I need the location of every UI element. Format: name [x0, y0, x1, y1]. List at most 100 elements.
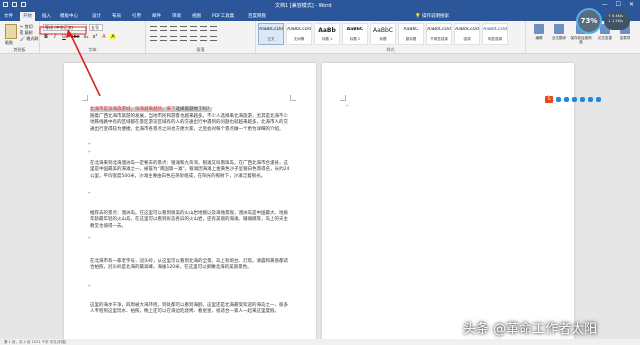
decrease-indent-icon[interactable]: [180, 26, 187, 31]
strikethrough-button[interactable]: abc: [70, 34, 80, 40]
speed-panel: ↑ 0.4K/s ↓ 1.2K/s: [604, 12, 630, 30]
watermark: 头条 @革命工作者太阳: [463, 322, 598, 337]
sort-icon[interactable]: [200, 26, 207, 31]
tab-file[interactable]: 文件: [4, 13, 13, 19]
ime-keyboard-icon[interactable]: [580, 97, 585, 102]
bold-button[interactable]: B: [43, 34, 49, 40]
align-left-icon[interactable]: [150, 36, 157, 41]
sogou-logo-icon[interactable]: S: [545, 96, 553, 103]
style-normal[interactable]: AaBbCcDd 正文: [258, 23, 284, 45]
maximize-button[interactable]: ☐: [616, 1, 621, 8]
style-name: 不明显强调: [430, 37, 448, 41]
network-speed-widget: 73% ↑ 0.4K/s ↓ 1.2K/s: [576, 8, 632, 34]
tab-layout[interactable]: 布局: [112, 13, 121, 19]
style-emphasis[interactable]: AaBbCcDd 强调: [454, 23, 480, 45]
font-size-box[interactable]: 五号: [89, 24, 103, 31]
borders-icon[interactable]: [210, 36, 217, 41]
ime-mode-icon[interactable]: [556, 97, 561, 102]
font-format-buttons: B I U abc x₂ x² A A: [43, 34, 116, 40]
multilevel-list-icon[interactable]: [170, 26, 177, 31]
tab-pdf-tools[interactable]: PDF工具集: [212, 13, 234, 19]
bullets-icon[interactable]: [150, 26, 157, 31]
copy-label: 复制: [24, 30, 33, 35]
format-painter-button[interactable]: 🖌 格式刷: [20, 36, 38, 42]
style-name: 副标题: [405, 37, 417, 41]
paragraph-1[interactable]: 随着广西北海市旅游的发展，当地市民和游客也越来越多。不少人选择来北海旅游，尤其是…: [90, 114, 290, 133]
font-name-box[interactable]: 等线 (中文正文): [43, 24, 87, 31]
redo-icon[interactable]: [21, 2, 26, 7]
style-title[interactable]: AaBbC 标题: [370, 23, 396, 45]
ime-menu-icon[interactable]: [596, 97, 601, 102]
style-subtle-emphasis[interactable]: AaBbCcDd 不明显强调: [426, 23, 452, 45]
tab-insert[interactable]: 插入: [42, 13, 51, 19]
tab-view[interactable]: 视图: [192, 13, 201, 19]
cpu-percent: 73%: [576, 8, 602, 34]
window-controls: — ☐ ✕: [602, 1, 634, 8]
margin-corner-mark: [340, 95, 346, 101]
style-heading-2[interactable]: AaBbC 标题 2: [342, 23, 368, 45]
document-workspace: 北海市是滨海旅游城，滨海越来越热，来了选择旅游地了吗？ 随着广西北海市旅游的发展…: [0, 55, 640, 345]
close-button[interactable]: ✕: [629, 1, 634, 8]
selected-text-tail: 选择旅游地了吗？: [175, 107, 212, 112]
italic-button[interactable]: I: [52, 34, 58, 40]
underline-button[interactable]: U: [61, 34, 67, 40]
editing-label: 编辑: [535, 36, 543, 40]
find-icon: [534, 24, 544, 34]
tab-design[interactable]: 设计: [92, 13, 101, 19]
addins-label: 加载项: [619, 36, 631, 40]
tab-references[interactable]: 引用: [132, 13, 141, 19]
paragraph-buttons-row2: [150, 36, 217, 41]
plagiarism-check-label: 论文查重: [598, 36, 612, 40]
tab-review[interactable]: 审阅: [172, 13, 181, 19]
styles-group: AaBbCcDd 正文 AaBbCcDd 无间隔 AaBb 标题 1 AaBbC 标题 …: [256, 21, 526, 54]
show-marks-icon[interactable]: [210, 26, 217, 31]
style-name: 明显强调: [488, 37, 502, 41]
font-group: 等线 (中文正文) 五号 B I U abc x₂ x² A A 字体: [40, 21, 146, 54]
align-center-icon[interactable]: [160, 36, 167, 41]
style-no-spacing[interactable]: AaBbCcDd 无间隔: [286, 23, 312, 45]
document-page-2[interactable]: ↵: [322, 63, 574, 345]
ime-skin-icon[interactable]: [588, 97, 593, 102]
tell-me-search[interactable]: 💡 操作说明搜索: [415, 13, 449, 19]
window-title: 文档1 [兼容模式] - Word: [275, 3, 332, 9]
paragraph-5[interactable]: 这里的海水干净，四周被大海环绕，到处都可以看到海鸥，这里还是北海最受欢迎的海岛之…: [90, 303, 290, 316]
translate-icon: [554, 24, 564, 34]
line-spacing-icon[interactable]: [190, 36, 197, 41]
tab-mailings[interactable]: 邮件: [152, 13, 161, 19]
superscript-button[interactable]: x²: [92, 34, 98, 40]
shading-icon[interactable]: [200, 36, 207, 41]
paragraph-4[interactable]: 在北海市有一家老字号，冠头岭，从这里可以看到北海的全景，岛上有炮台、灯塔，清晨和…: [90, 259, 290, 272]
full-translate-button[interactable]: 全文翻译: [550, 24, 568, 40]
undo-icon[interactable]: [12, 2, 17, 7]
style-intense-emphasis[interactable]: AaBbCcDd 明显强调: [482, 23, 508, 45]
status-bar: 第 1 页，共 2 页 1071 个字 中文(中国): [0, 339, 640, 345]
font-color-button[interactable]: A: [101, 34, 107, 40]
ribbon-tabs: 文件 开始 插入 模板中心 设计 布局 引用 邮件 审阅 视图 PDF工具集 百…: [0, 11, 640, 21]
editing-button[interactable]: 编辑: [530, 24, 548, 40]
ime-toolbar: S: [545, 96, 601, 103]
ime-mic-icon[interactable]: [564, 97, 569, 102]
document-page-1[interactable]: 北海市是滨海旅游城，滨海越来越热，来了选择旅游地了吗？ 随着广西北海市旅游的发展…: [64, 63, 316, 345]
style-subtitle[interactable]: AaBbC 副标题: [398, 23, 424, 45]
highlighted-line[interactable]: 北海市是滨海旅游城，滨海越来越热，来了选择旅游地了吗？: [90, 107, 290, 113]
format-painter-label: 格式刷: [26, 36, 39, 41]
tab-home[interactable]: 开始: [20, 12, 35, 21]
minimize-button[interactable]: —: [602, 1, 608, 8]
paste-icon[interactable]: [5, 24, 17, 39]
clipboard-items: ✂ 剪切 ⎘ 复制 🖌 格式刷: [20, 24, 38, 42]
increase-indent-icon[interactable]: [190, 26, 197, 31]
justify-icon[interactable]: [180, 36, 187, 41]
save-icon[interactable]: [3, 2, 8, 7]
paragraph-3[interactable]: 推荐去的景点：涠洲岛。在这里可以看到很美的火山岩地貌以及海蚀景观，涠洲岛是中国最…: [90, 211, 290, 230]
tab-template-center[interactable]: 模板中心: [60, 13, 78, 19]
quick-access-toolbar: [3, 2, 26, 7]
style-sample: AaBbC: [373, 27, 393, 34]
style-heading-1[interactable]: AaBb 标题 1: [314, 23, 340, 45]
numbering-icon[interactable]: [160, 26, 167, 31]
align-right-icon[interactable]: [170, 36, 177, 41]
paragraph-2[interactable]: 在北海来到北海涠洲岛一定要去的景点：银滩和九弯湾。银滩又叫南珠岛，在广西北海市合…: [90, 161, 290, 180]
tab-baidu-netdisk[interactable]: 百度网盘: [248, 13, 266, 19]
ime-emoji-icon[interactable]: [572, 97, 577, 102]
highlight-button[interactable]: A: [110, 34, 116, 40]
subscript-button[interactable]: x₂: [83, 34, 89, 40]
